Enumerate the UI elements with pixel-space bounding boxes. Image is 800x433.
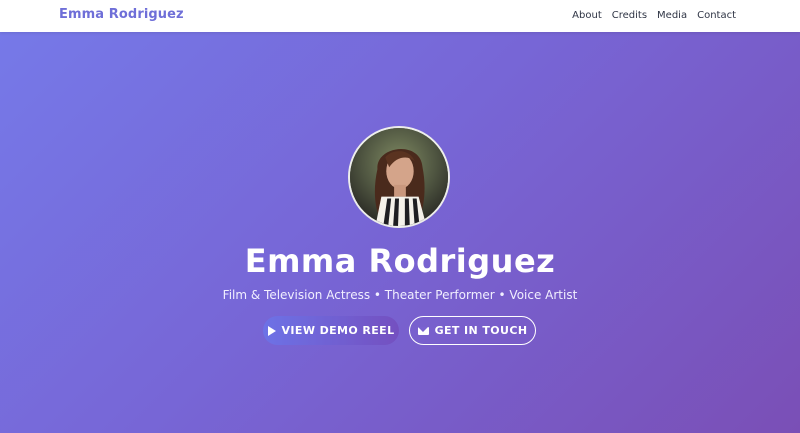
brand-logo[interactable]: Emma Rodriguez (59, 7, 184, 22)
get-in-touch-button[interactable]: GET IN TOUCH (409, 316, 536, 345)
nav-links: About Credits Media Contact (572, 10, 736, 21)
portrait-image (350, 128, 448, 226)
avatar (348, 126, 450, 228)
get-in-touch-label: GET IN TOUCH (434, 324, 528, 337)
nav-link-media[interactable]: Media (657, 10, 687, 21)
nav-link-about[interactable]: About (572, 10, 602, 21)
nav-link-contact[interactable]: Contact (697, 10, 736, 21)
view-demo-reel-button[interactable]: VIEW DEMO REEL (263, 316, 399, 345)
top-navbar: Emma Rodriguez About Credits Media Conta… (0, 0, 800, 32)
play-icon (267, 325, 276, 336)
envelope-icon (417, 326, 429, 335)
nav-link-credits[interactable]: Credits (612, 10, 647, 21)
hero-section: Emma Rodriguez Film & Television Actress… (0, 32, 800, 433)
hero-title: Emma Rodriguez (244, 242, 556, 280)
hero-subtitle: Film & Television Actress • Theater Perf… (222, 288, 578, 302)
view-demo-reel-label: VIEW DEMO REEL (281, 324, 395, 337)
